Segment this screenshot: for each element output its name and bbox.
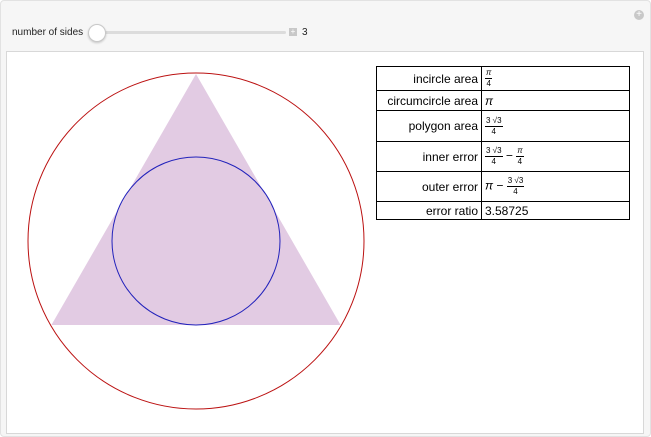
row-label: error ratio	[376, 201, 482, 220]
table-row: inner error 3 √3 4 − π4	[376, 141, 630, 172]
table-row: incircle area π 4	[376, 66, 630, 91]
table-row: outer error π − 3 √3 4	[376, 171, 630, 202]
row-label: inner error	[376, 141, 482, 172]
row-value: 3.58725	[481, 201, 630, 220]
row-label: circumcircle area	[376, 90, 482, 111]
polygon	[51, 74, 341, 325]
results-table: incircle area π 4 circumcircle area π polyg…	[376, 66, 630, 220]
row-label: incircle area	[376, 66, 482, 91]
row-value: π	[481, 90, 630, 111]
table-row: circumcircle area π	[376, 90, 630, 111]
row-label: polygon area	[376, 110, 482, 142]
table-row: polygon area 3 √3 4	[376, 110, 630, 142]
row-label: outer error	[376, 171, 482, 202]
table-row: error ratio 3.58725	[376, 201, 630, 220]
